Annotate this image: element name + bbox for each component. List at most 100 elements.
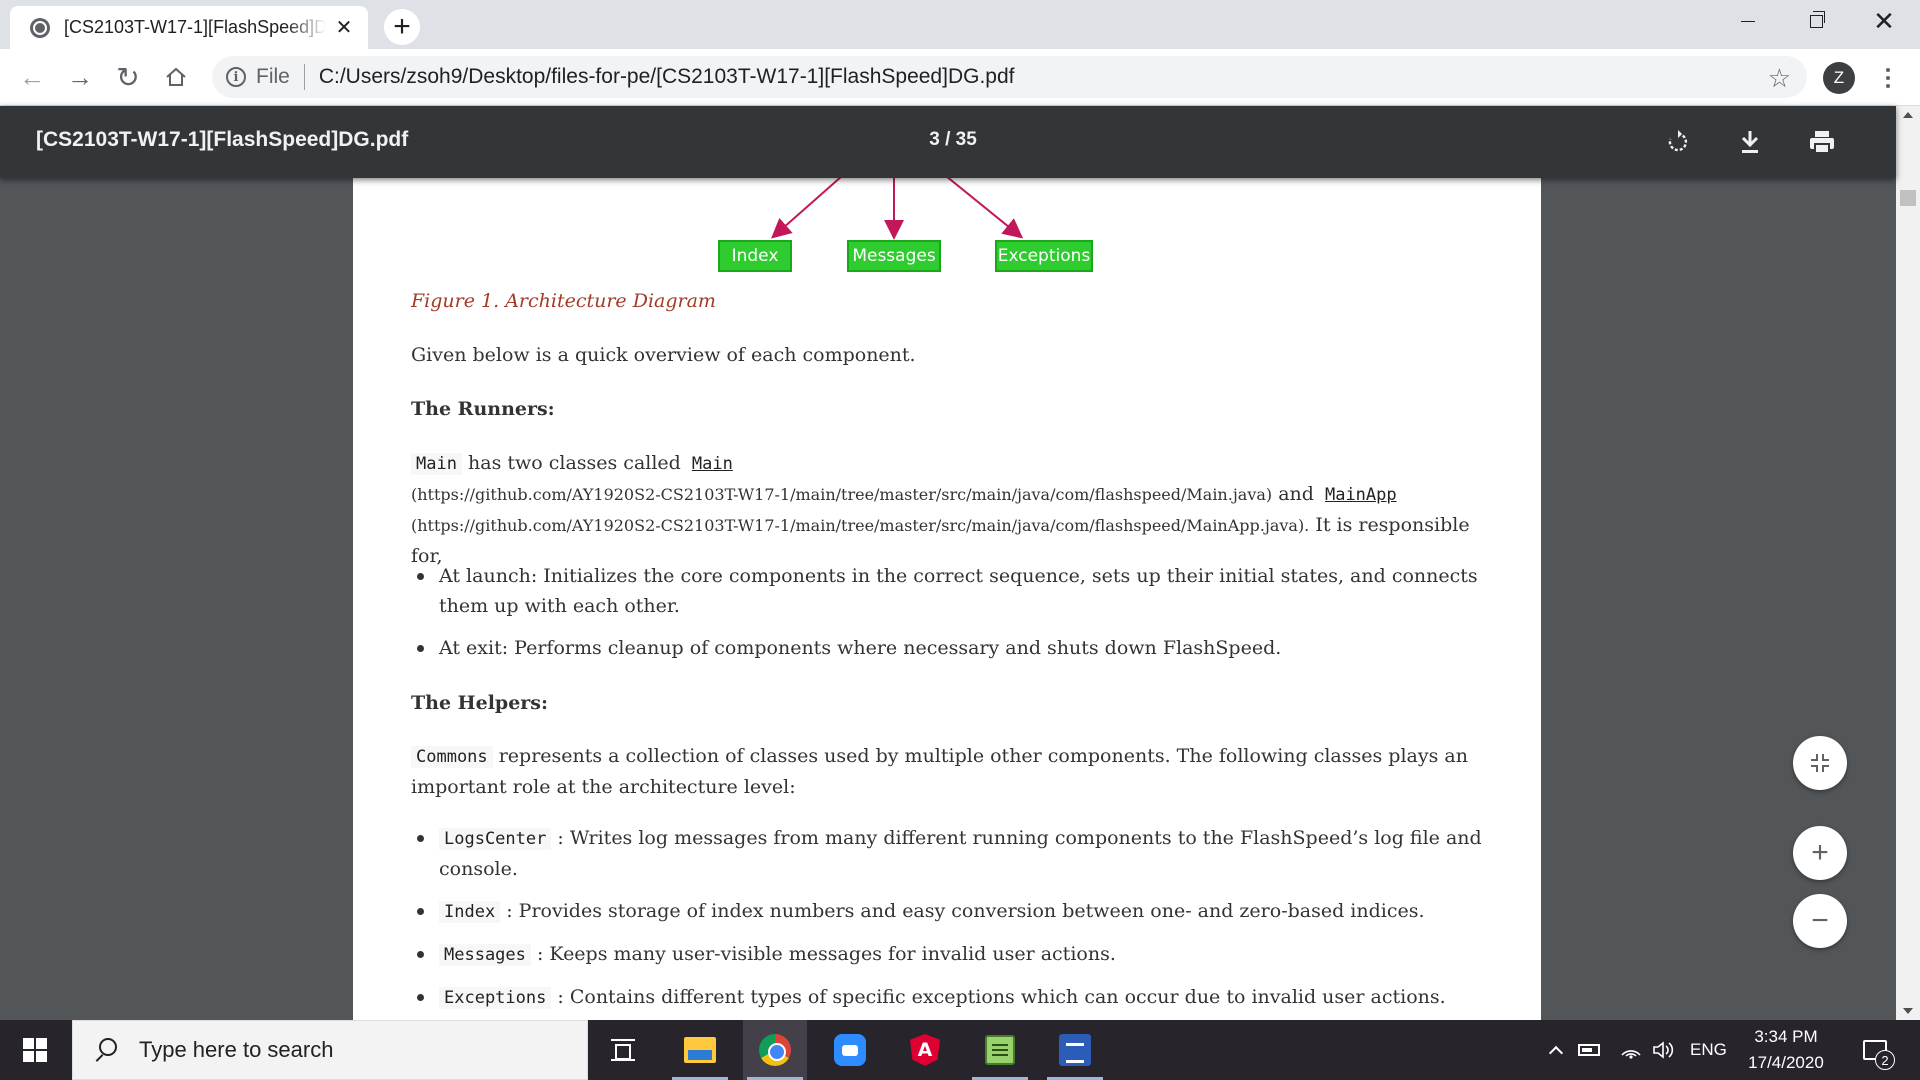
code-messages: Messages: [439, 944, 531, 966]
runners-list: At launch: Initializes the core componen…: [411, 561, 1501, 675]
globe-icon: [30, 17, 50, 38]
url-text[interactable]: C:/Users/zsoh9/Desktop/files-for-pe/[CS2…: [319, 65, 1015, 89]
back-button[interactable]: ←: [12, 57, 52, 97]
notification-icon: 2: [1863, 1040, 1895, 1070]
tab-strip: [CS2103T-W17-1][FlashSpeed]DG.pdf ✕ + ✕: [0, 0, 1920, 49]
divider: [303, 64, 305, 90]
new-tab-button[interactable]: +: [384, 9, 420, 45]
zoom-icon: [834, 1034, 866, 1066]
zoom-out-button[interactable]: −: [1793, 894, 1847, 948]
code-exceptions: Exceptions: [439, 987, 552, 1009]
helpers-text: represents a collection of classes used …: [411, 745, 1468, 798]
chrome-icon: [759, 1034, 791, 1066]
browser-toolbar: ← → ↻ i File C:/Users/zsoh9/Desktop/file…: [0, 49, 1920, 106]
task-view-button[interactable]: [591, 1020, 655, 1080]
vertical-scrollbar[interactable]: [1896, 106, 1920, 1020]
minimize-button[interactable]: [1714, 0, 1782, 42]
mainapp-link[interactable]: MainApp: [1320, 484, 1402, 506]
clock[interactable]: 3:34 PM 17/4/2020: [1730, 1020, 1842, 1080]
file-explorer-icon: [684, 1037, 716, 1063]
fit-page-icon: [1811, 754, 1829, 772]
print-icon: [1810, 131, 1834, 154]
download-button[interactable]: [1730, 124, 1770, 160]
diagram-box-messages: Messages: [847, 240, 941, 272]
download-icon: [1741, 131, 1759, 153]
windows-logo-icon: [23, 1038, 47, 1062]
reload-button[interactable]: ↻: [108, 57, 148, 97]
battery-icon[interactable]: [1578, 1020, 1600, 1080]
scheme-label: File: [256, 65, 290, 88]
runners-heading: The Runners:: [411, 398, 555, 420]
windows-taskbar: Type here to search A ENG 3:34 PM 17/4/2…: [0, 1020, 1920, 1080]
angular-button[interactable]: A: [893, 1020, 957, 1080]
forward-button[interactable]: →: [60, 57, 100, 97]
close-window-button[interactable]: ✕: [1850, 0, 1918, 42]
main-link[interactable]: Main: [687, 453, 738, 475]
fit-to-page-button[interactable]: [1793, 736, 1847, 790]
page-indicator[interactable]: 3 / 35: [900, 129, 1006, 151]
menu-kebab-icon[interactable]: [1873, 62, 1903, 94]
search-icon: [93, 1038, 117, 1062]
task-view-icon: [611, 1039, 635, 1061]
list-item-text: : Contains different types of specific e…: [557, 986, 1446, 1008]
clock-time: 3:34 PM: [1754, 1027, 1818, 1046]
pdf-toolbar: [CS2103T-W17-1][FlashSpeed]DG.pdf 3 / 35: [0, 106, 1896, 178]
overview-paragraph: Given below is a quick overview of each …: [411, 344, 916, 366]
rotate-button[interactable]: [1658, 124, 1698, 160]
file-explorer-button[interactable]: [668, 1020, 732, 1080]
restore-button[interactable]: [1782, 0, 1850, 42]
show-hidden-icons-button[interactable]: [1544, 1020, 1568, 1080]
helpers-heading: The Helpers:: [411, 692, 549, 714]
action-center-button[interactable]: 2: [1858, 1020, 1895, 1080]
info-icon[interactable]: i: [226, 67, 246, 87]
list-item: LogsCenter : Writes log messages from ma…: [411, 823, 1501, 884]
zoom-in-button[interactable]: +: [1793, 826, 1847, 880]
code-logscenter: LogsCenter: [439, 828, 552, 850]
scroll-down-icon[interactable]: [1903, 1008, 1913, 1014]
home-button[interactable]: [156, 57, 196, 97]
chevron-up-icon: [1548, 1045, 1564, 1061]
list-item: At exit: Performs cleanup of components …: [411, 633, 1501, 663]
tab-title: [CS2103T-W17-1][FlashSpeed]DG.pdf: [64, 17, 326, 37]
tab-close-icon[interactable]: ✕: [332, 15, 356, 40]
notepad-button[interactable]: [968, 1020, 1032, 1080]
zoom-app-button[interactable]: [818, 1020, 882, 1080]
scroll-up-icon[interactable]: [1903, 112, 1913, 118]
taskbar-search[interactable]: Type here to search: [72, 1020, 588, 1080]
plus-icon: +: [1811, 836, 1829, 869]
input-language[interactable]: ENG: [1690, 1020, 1727, 1080]
profile-avatar[interactable]: Z: [1823, 62, 1855, 94]
browser-tab[interactable]: [CS2103T-W17-1][FlashSpeed]DG.pdf ✕: [10, 6, 368, 49]
start-button[interactable]: [0, 1020, 70, 1080]
list-item-text: : Writes log messages from many differen…: [439, 827, 1482, 880]
arrow-to-index: [771, 178, 842, 239]
print-button[interactable]: [1802, 124, 1842, 160]
close-icon: ✕: [1873, 5, 1895, 36]
minimize-icon: [1741, 20, 1755, 22]
bookmark-star-icon[interactable]: ☆: [1768, 63, 1791, 94]
wifi-icon[interactable]: [1620, 1020, 1642, 1080]
home-icon: [166, 67, 186, 86]
chrome-button[interactable]: [743, 1020, 807, 1080]
mainapp-url[interactable]: (https://github.com/AY1920S2-CS2103T-W17…: [411, 516, 1309, 535]
list-item: At launch: Initializes the core componen…: [411, 561, 1501, 621]
notepad-icon: [985, 1035, 1015, 1065]
arrow-to-exceptions: [946, 178, 1024, 239]
scroll-thumb[interactable]: [1900, 190, 1916, 206]
list-item-text: : Provides storage of index numbers and …: [506, 900, 1425, 922]
list-item: Exceptions : Contains different types of…: [411, 982, 1501, 1013]
sourcetree-button[interactable]: [1043, 1020, 1107, 1080]
runners-text: has two classes called: [468, 452, 681, 474]
figure-caption: Figure 1. Architecture Diagram: [411, 290, 716, 312]
diagram-box-index: Index: [718, 240, 792, 272]
list-item-text: : Keeps many user-visible messages for i…: [536, 943, 1116, 965]
list-item: Messages : Keeps many user-visible messa…: [411, 939, 1501, 970]
code-index: Index: [439, 901, 501, 923]
main-url[interactable]: (https://github.com/AY1920S2-CS2103T-W17…: [411, 485, 1272, 504]
clock-date: 17/4/2020: [1748, 1053, 1824, 1072]
notification-count: 2: [1875, 1050, 1895, 1070]
address-bar[interactable]: i File C:/Users/zsoh9/Desktop/files-for-…: [212, 56, 1807, 98]
sourcetree-icon: [1059, 1034, 1091, 1066]
list-item: Index : Provides storage of index number…: [411, 896, 1501, 927]
volume-icon[interactable]: [1652, 1020, 1676, 1080]
